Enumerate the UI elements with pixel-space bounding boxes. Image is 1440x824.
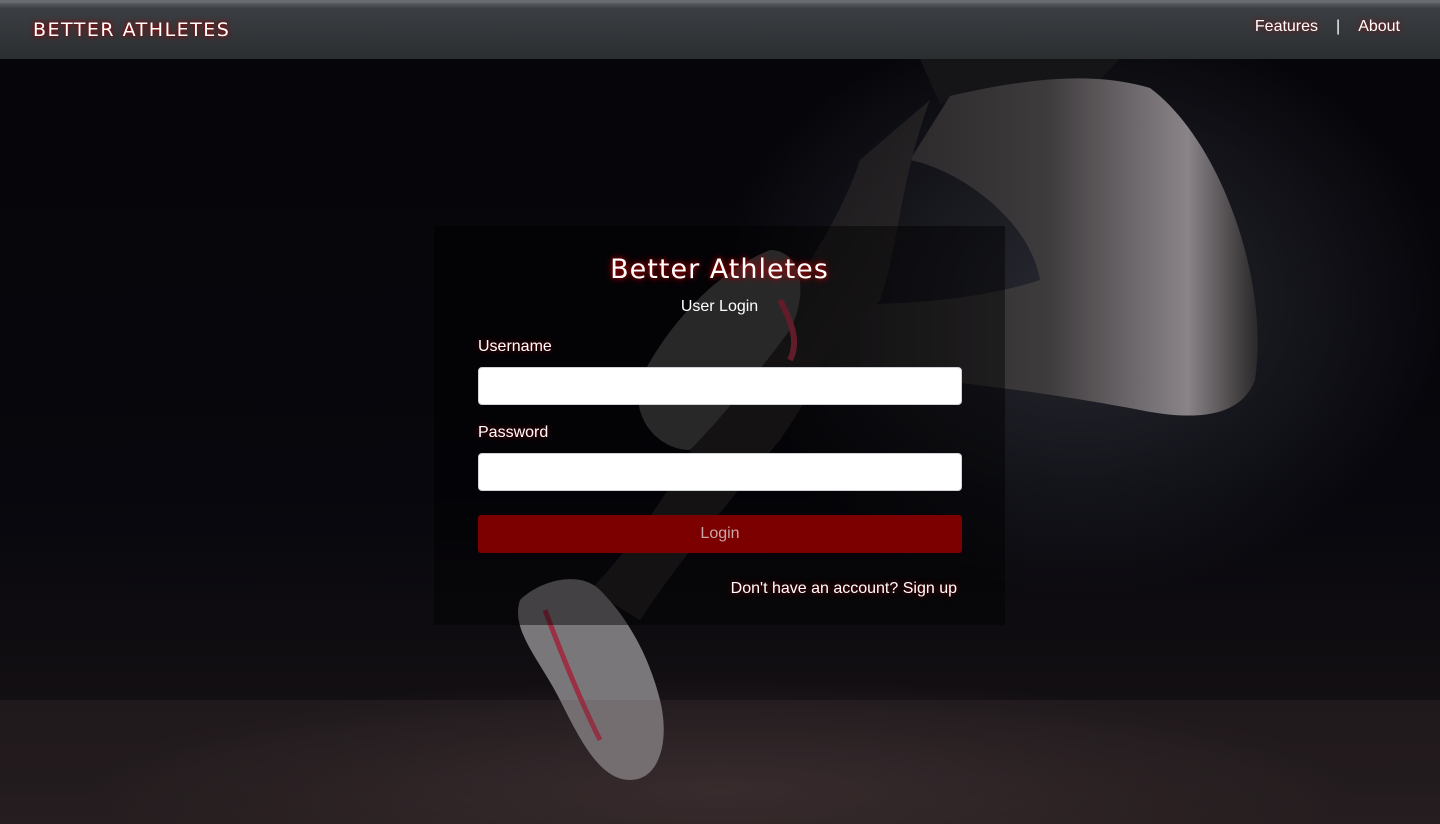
- nav-link-features[interactable]: Features: [1255, 18, 1318, 36]
- login-button[interactable]: Login: [478, 515, 962, 553]
- nav-separator: |: [1336, 18, 1341, 35]
- signup-prompt: Don't have an account? Sign up: [731, 580, 957, 598]
- password-input[interactable]: [478, 453, 962, 491]
- login-subtitle: User Login: [680, 298, 759, 315]
- username-label: Username: [478, 338, 552, 355]
- page: Better Athletes Features | About Better …: [0, 0, 1440, 824]
- login-panel: Better Athletes User Login Username Pass…: [434, 226, 1005, 625]
- login-title: Better Athletes: [610, 254, 829, 285]
- password-label: Password: [478, 424, 549, 441]
- nav-link-about[interactable]: About: [1358, 18, 1400, 36]
- signup-prompt-text: Don't have an account?: [730, 580, 899, 597]
- signup-link[interactable]: Sign up: [903, 580, 957, 597]
- username-input[interactable]: [478, 367, 962, 405]
- top-navbar: Better Athletes Features | About: [0, 0, 1440, 59]
- nav-links: Features | About: [1255, 18, 1400, 36]
- brand-logo-link[interactable]: Better Athletes: [33, 19, 230, 41]
